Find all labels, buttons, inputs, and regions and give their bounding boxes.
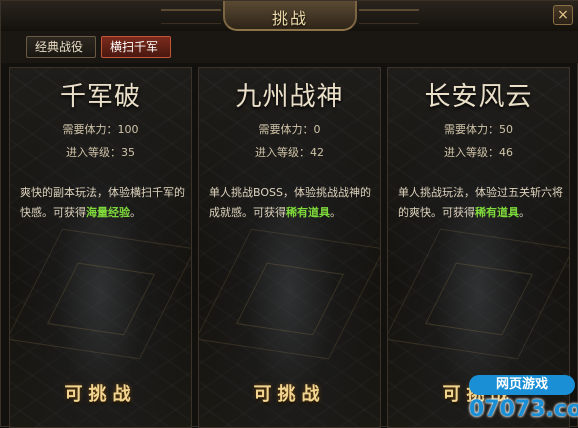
stamina-requirement: 需要体力：50 [444, 123, 513, 136]
close-button[interactable]: × [553, 5, 573, 25]
title-ornament-left [161, 9, 221, 24]
challenge-cards: 千军破 需要体力：100 进入等级：35 爽快的副本玩法，体验横扫千军的快感。可… [9, 67, 571, 428]
watermark-domain: 07073.com [469, 397, 578, 422]
tab-bar: 经典战役 横扫千军 [1, 31, 578, 63]
challenge-card-qianjunpo[interactable]: 千军破 需要体力：100 进入等级：35 爽快的副本玩法，体验横扫千军的快感。可… [9, 67, 192, 428]
window-title: 挑战 [271, 9, 308, 28]
challenge-window: 挑战 × 经典战役 横扫千军 千军破 需要体力：100 进入等级：35 爽快的副… [0, 0, 578, 428]
challenge-button[interactable]: 可挑战 [199, 380, 380, 406]
description-end: 。 [330, 206, 341, 219]
challenge-button[interactable]: 可挑战 [10, 380, 191, 406]
card-description: 单人挑战BOSS，体验挑战战神的成就感。可获得稀有道具。 [209, 183, 375, 223]
level-requirement: 进入等级：46 [444, 146, 513, 159]
title-bar: 挑战 × [1, 1, 578, 32]
reward-highlight: 稀有道具 [475, 206, 519, 219]
reward-highlight: 稀有道具 [286, 206, 330, 219]
title-ornament-right [359, 9, 419, 24]
stamina-requirement: 需要体力：0 [258, 123, 321, 136]
card-description: 爽快的副本玩法，体验横扫千军的快感。可获得海量经验。 [20, 183, 186, 223]
site-watermark: 网页游戏 07073.com [469, 375, 578, 425]
card-title: 九州战神 [235, 82, 344, 112]
level-requirement: 进入等级：35 [66, 146, 135, 159]
title-plate: 挑战 [223, 1, 357, 31]
card-title: 长安风云 [424, 82, 533, 112]
card-title: 千军破 [59, 82, 141, 112]
stamina-requirement: 需要体力：100 [62, 123, 139, 136]
challenge-card-changan[interactable]: 长安风云 需要体力：50 进入等级：46 单人挑战玩法，体验过五关斩六将的爽快。… [387, 67, 570, 428]
description-end: 。 [519, 206, 530, 219]
reward-highlight: 海量经验 [86, 206, 130, 219]
challenge-card-jiuzhou[interactable]: 九州战神 需要体力：0 进入等级：42 单人挑战BOSS，体验挑战战神的成就感。… [198, 67, 381, 428]
tab-classic-battle[interactable]: 经典战役 [26, 36, 96, 58]
watermark-label: 网页游戏 [469, 375, 575, 395]
tab-sweep-army[interactable]: 横扫千军 [101, 36, 171, 58]
level-requirement: 进入等级：42 [255, 146, 324, 159]
description-end: 。 [130, 206, 141, 219]
close-icon: × [557, 7, 569, 23]
card-description: 单人挑战玩法，体验过五关斩六将的爽快。可获得稀有道具。 [398, 183, 564, 223]
